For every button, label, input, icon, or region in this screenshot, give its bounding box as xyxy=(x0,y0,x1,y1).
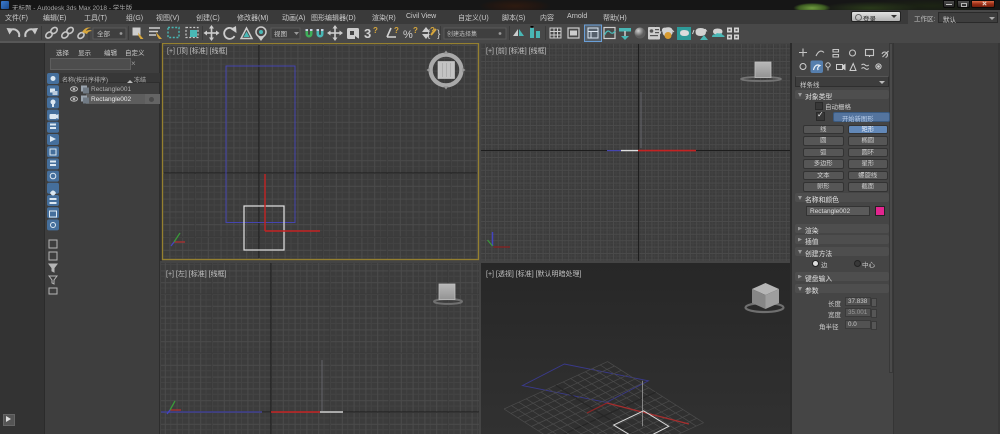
svg-text:创建选择集: 创建选择集 xyxy=(447,30,477,38)
svg-text:[+] [前] [标准] [线框]: [+] [前] [标准] [线框] xyxy=(486,46,547,55)
svg-text:[+] [顶] [标准] [线框]: [+] [顶] [标准] [线框] xyxy=(167,46,228,55)
svg-text:[+] [透视] [标准] [默认明暗处理]: [+] [透视] [标准] [默认明暗处理] xyxy=(486,269,582,278)
svg-text:3: 3 xyxy=(364,26,371,41)
svg-text:视图: 视图 xyxy=(274,29,287,38)
svg-text:全部: 全部 xyxy=(97,29,111,38)
svg-text:?: ? xyxy=(373,26,378,35)
svg-text:?: ? xyxy=(394,26,399,35)
svg-text:[+] [左] [标准] [线框]: [+] [左] [标准] [线框] xyxy=(166,269,227,278)
svg-text:%: % xyxy=(403,29,413,41)
svg-text:?: ? xyxy=(413,26,418,35)
